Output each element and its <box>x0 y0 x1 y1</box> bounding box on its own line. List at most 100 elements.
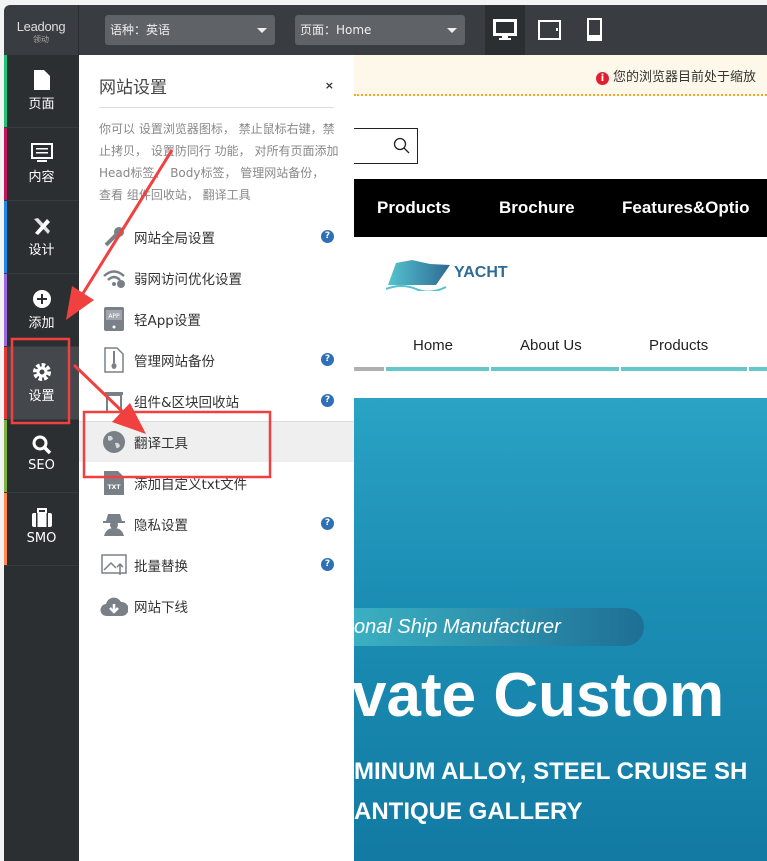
close-button[interactable]: × <box>325 79 334 92</box>
menu-item-label: 添加自定义txt文件 <box>134 476 248 493</box>
settings-menu-item[interactable]: APP 轻App设置 <box>79 298 354 339</box>
sidebar-item-label: SEO <box>28 458 55 473</box>
sidebar-item-content[interactable]: 内容 <box>4 128 79 201</box>
globe-icon <box>99 430 129 454</box>
trash-icon <box>99 390 129 412</box>
sidebar-color-bar <box>4 420 7 492</box>
nav-features[interactable]: Features&Optio <box>622 198 750 218</box>
plus-circle-icon <box>4 286 79 312</box>
sidebar-item-page[interactable]: 页面 <box>4 55 79 128</box>
website-settings-panel: 网站设置 × 你可以 设置浏览器图标， 禁止鼠标右键，禁止拷贝， 设置防同行 功… <box>79 55 354 861</box>
search-icon <box>4 432 79 458</box>
sidebar-item-label: 页面 <box>28 97 55 112</box>
site-preview: i 您的浏览器目前处于缩放 Products Brochure Features&… <box>354 55 767 861</box>
help-icon[interactable]: ? <box>321 230 334 243</box>
settings-menu-item[interactable]: 网站下线 <box>79 585 354 626</box>
settings-menu-item[interactable]: 隐私设置? <box>79 503 354 544</box>
settings-menu-item[interactable]: 网站全局设置? <box>79 216 354 257</box>
settings-menu-item[interactable]: 弱网访问优化设置 <box>79 257 354 298</box>
menu-item-label: 隐私设置 <box>134 517 188 534</box>
sidebar-item-smo[interactable]: SMO <box>4 493 79 566</box>
sidebar-item-design[interactable]: 设计 <box>4 201 79 274</box>
search-icon <box>393 137 410 154</box>
mobile-icon <box>587 18 602 41</box>
caret-down-icon <box>257 28 267 33</box>
sidebar-item-label: 设置 <box>28 389 55 404</box>
settings-menu-item[interactable]: 管理网站备份? <box>79 339 354 380</box>
file-icon <box>4 67 79 93</box>
cloud-download-icon <box>99 595 129 617</box>
nav-brochure[interactable]: Brochure <box>499 198 575 218</box>
menu-item-label: 网站全局设置 <box>134 230 215 247</box>
menu-item-label: 翻译工具 <box>134 436 188 452</box>
desktop-view-button[interactable] <box>485 5 525 55</box>
zoom-notice: i 您的浏览器目前处于缩放 <box>354 55 767 96</box>
settings-menu-item[interactable]: 组件&区块回收站? <box>79 380 354 421</box>
help-icon[interactable]: ? <box>321 394 334 407</box>
brand-logo[interactable]: YACHT <box>386 255 508 291</box>
sidebar-color-bar <box>4 493 7 565</box>
leadong-logo[interactable]: Leadong 领动 <box>4 5 79 55</box>
sidebar-item-label: 添加 <box>28 316 55 331</box>
sidebar-item-label: 内容 <box>28 170 55 185</box>
nav-home[interactable]: Home <box>413 337 453 354</box>
sidebar: 页面内容设计添加设置 SEO SMO <box>4 55 79 861</box>
settings-menu-item[interactable]: 翻译工具 <box>79 421 354 462</box>
gear-icon <box>4 359 79 385</box>
sidebar-item-add[interactable]: 添加 <box>4 274 79 347</box>
app-icon: APP <box>99 306 129 331</box>
help-icon[interactable]: ? <box>321 517 334 530</box>
panel-description: 你可以 设置浏览器图标， 禁止鼠标右键，禁止拷贝， 设置防同行 功能， 对所有页… <box>99 122 339 202</box>
design-tools-icon <box>4 213 79 239</box>
wifi-icon <box>99 268 129 288</box>
top-nav: Products Brochure Features&Optio <box>354 179 767 237</box>
divider <box>99 107 334 108</box>
yacht-icon <box>386 260 450 291</box>
sidebar-color-bar <box>4 347 7 419</box>
panel-title: 网站设置 <box>99 78 167 98</box>
site-search-input[interactable] <box>354 128 418 164</box>
sidebar-color-bar <box>4 128 7 200</box>
sidebar-item-settings[interactable]: 设置 <box>4 347 79 420</box>
list-icon <box>4 140 79 166</box>
nav-about-us[interactable]: About Us <box>520 337 582 354</box>
txt-file-icon: TXT <box>99 470 129 495</box>
sidebar-color-bar <box>4 274 7 346</box>
briefcase-icon <box>4 505 79 531</box>
nav-underline <box>749 367 767 371</box>
wrench-icon <box>99 226 129 248</box>
hero-banner: onal Ship Manufacturer vate Custom MINUM… <box>354 398 767 861</box>
nav-underline <box>354 367 384 371</box>
nav-underline <box>491 367 619 371</box>
menu-item-label: 轻App设置 <box>134 312 201 329</box>
settings-menu-item[interactable]: TXT 添加自定义txt文件 <box>79 462 354 503</box>
nav-products[interactable]: Products <box>377 198 451 218</box>
nav-underline <box>621 367 747 371</box>
image-replace-icon <box>99 553 129 576</box>
nav-products[interactable]: Products <box>649 337 708 354</box>
menu-item-label: 网站下线 <box>134 599 188 616</box>
page-select[interactable]: 页面：Home <box>295 15 465 45</box>
sidebar-item-label: 设计 <box>28 243 55 258</box>
menu-item-label: 批量替换 <box>134 558 188 575</box>
nav-underline <box>386 367 489 371</box>
caret-down-icon <box>447 28 457 33</box>
spy-icon <box>99 512 129 536</box>
mobile-view-button[interactable] <box>575 5 615 55</box>
sidebar-item-seo[interactable]: SEO <box>4 420 79 493</box>
sidebar-color-bar <box>4 55 7 127</box>
zip-file-icon <box>99 346 129 373</box>
sidebar-item-label: SMO <box>26 531 57 546</box>
sidebar-color-bar <box>4 201 7 273</box>
help-icon[interactable]: ? <box>321 558 334 571</box>
tablet-icon <box>538 20 561 40</box>
info-icon: i <box>596 72 609 85</box>
svg-text:APP: APP <box>108 313 120 320</box>
tablet-view-button[interactable] <box>530 5 570 55</box>
menu-item-label: 管理网站备份 <box>134 353 215 370</box>
menu-item-label: 弱网访问优化设置 <box>134 271 242 288</box>
help-icon[interactable]: ? <box>321 353 334 366</box>
language-select[interactable]: 语种：英语 <box>105 15 275 45</box>
settings-menu-item[interactable]: 批量替换? <box>79 544 354 585</box>
svg-text:TXT: TXT <box>108 484 122 491</box>
